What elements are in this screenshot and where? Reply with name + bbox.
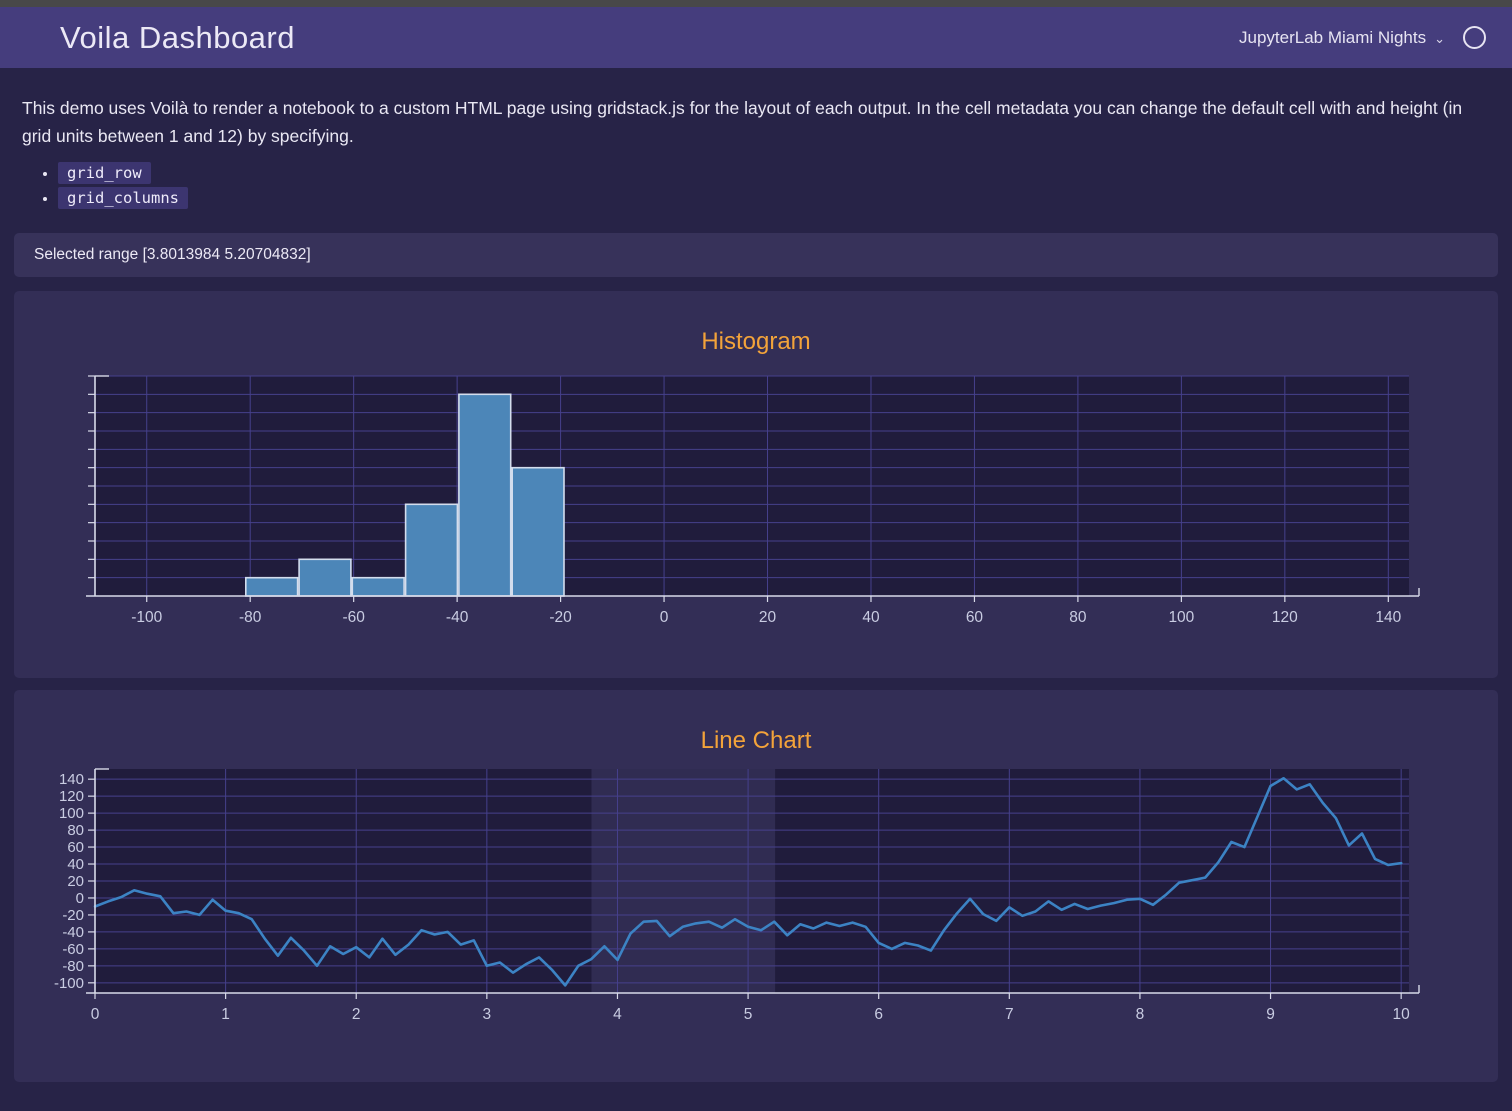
intro-text: This demo uses Voilà to render a noteboo… [22,94,1490,150]
svg-text:120: 120 [1272,609,1298,626]
svg-text:6: 6 [874,1006,883,1023]
kernel-status-icon [1463,26,1486,49]
svg-text:-20: -20 [62,907,84,924]
svg-text:-80: -80 [239,609,262,626]
line-chart-panel: Line Chart -100-80-60-40-200204060801001… [14,690,1498,1082]
svg-text:-40: -40 [446,609,469,626]
histogram-title: Histogram [14,328,1498,356]
svg-text:1: 1 [221,1006,230,1023]
list-item: grid_columns [58,189,1490,207]
svg-text:-60: -60 [342,609,365,626]
svg-text:120: 120 [59,788,84,805]
svg-text:100: 100 [59,805,84,822]
svg-text:-100: -100 [54,975,84,992]
svg-text:80: 80 [1069,609,1087,626]
histogram-panel: Histogram -100 -80 -60 -40 -20 0 20 40 60 80 100 12… [14,291,1498,678]
code-grid-row: grid_row [58,162,151,184]
page-title: Voila Dashboard [60,20,295,56]
svg-text:0: 0 [91,1006,100,1023]
svg-text:2: 2 [352,1006,361,1023]
svg-text:9: 9 [1266,1006,1275,1023]
svg-text:0: 0 [76,890,84,907]
svg-text:10: 10 [1393,1006,1411,1023]
svg-text:20: 20 [67,873,84,890]
main-content: This demo uses Voilà to render a noteboo… [0,94,1512,207]
svg-text:20: 20 [759,609,777,626]
metadata-keys-list: grid_row grid_columns [40,164,1490,207]
svg-text:80: 80 [67,822,84,839]
theme-selector-label: JupyterLab Miami Nights [1239,28,1426,48]
code-grid-columns: grid_columns [58,187,188,209]
svg-text:4: 4 [613,1006,622,1023]
svg-text:60: 60 [966,609,984,626]
theme-selector[interactable]: JupyterLab Miami Nights ⌄ [1239,28,1445,48]
header-right-cluster: JupyterLab Miami Nights ⌄ [1239,26,1486,49]
svg-text:-20: -20 [549,609,572,626]
selected-range-output: Selected range [3.8013984 5.20704832] [14,233,1498,277]
line-chart-title: Line Chart [14,727,1498,755]
list-item: grid_row [58,164,1490,182]
window-top-strip [0,0,1512,7]
svg-text:60: 60 [67,839,84,856]
svg-text:-80: -80 [62,958,84,975]
svg-text:-100: -100 [131,609,162,626]
svg-text:7: 7 [1005,1006,1014,1023]
svg-text:40: 40 [67,856,84,873]
svg-text:100: 100 [1168,609,1194,626]
svg-text:40: 40 [862,609,880,626]
app-header: Voila Dashboard JupyterLab Miami Nights … [0,7,1512,68]
chevron-down-icon: ⌄ [1434,31,1445,47]
svg-text:3: 3 [483,1006,492,1023]
svg-text:140: 140 [59,771,84,788]
histogram-figure[interactable]: -100 -80 -60 -40 -20 0 20 40 60 80 100 120 140 [21,362,1491,634]
svg-text:-40: -40 [62,924,84,941]
svg-text:0: 0 [660,609,669,626]
svg-text:-60: -60 [62,941,84,958]
svg-text:140: 140 [1375,609,1401,626]
svg-text:8: 8 [1136,1006,1145,1023]
svg-text:5: 5 [744,1006,753,1023]
line-chart-figure[interactable]: -100-80-60-40-20020406080100120140012345… [21,761,1491,1029]
